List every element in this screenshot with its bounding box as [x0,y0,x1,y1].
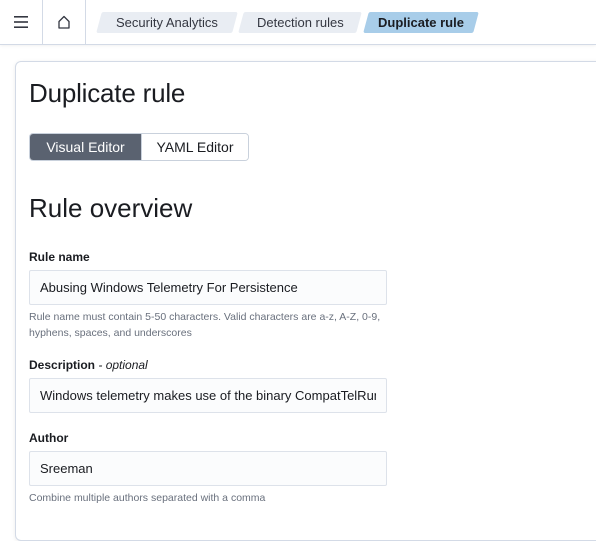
home-icon [58,15,70,29]
description-input[interactable] [29,378,387,413]
top-bar: Security Analytics Detection rules Dupli… [0,0,596,45]
section-title: Rule overview [29,193,193,223]
author-label: Author [29,431,69,445]
editor-toggle: Visual Editor YAML Editor [29,133,249,161]
breadcrumb-duplicate-rule: Duplicate rule [363,12,479,33]
hamburger-menu-icon [14,16,28,28]
yaml-editor-button[interactable]: YAML Editor [140,134,248,160]
rule-name-input[interactable] [29,270,387,305]
rule-name-help: Rule name must contain 5-50 characters. … [29,311,381,339]
author-input[interactable] [29,451,387,486]
optional-tag: - optional [98,358,148,372]
breadcrumb-label: Security Analytics [116,15,218,30]
description-label-text: Description [29,358,96,372]
breadcrumb-label: Detection rules [256,15,344,30]
author-help: Combine multiple authors separated with … [29,492,266,504]
breadcrumb-label: Duplicate rule [378,15,464,30]
breadcrumb-detection-rules[interactable]: Detection rules [238,12,362,33]
description-label: Description - optional [29,358,148,372]
rule-name-label: Rule name [29,250,90,264]
menu-button[interactable] [0,0,43,44]
home-button[interactable] [43,0,86,44]
breadcrumb-security-analytics[interactable]: Security Analytics [96,12,238,33]
visual-editor-button[interactable]: Visual Editor [30,134,141,160]
page-title: Duplicate rule [29,78,186,108]
